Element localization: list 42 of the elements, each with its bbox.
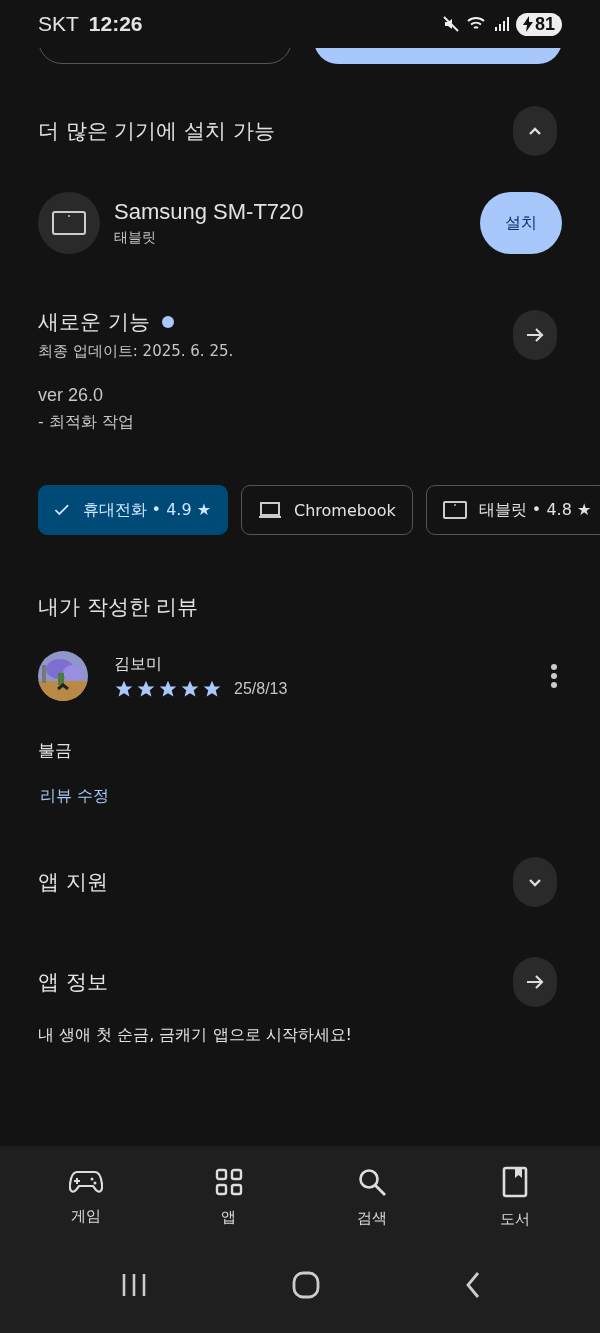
device-name: Samsung SM-T720 [114,199,305,225]
section-title: 내가 작성한 리뷰 [37,594,200,621]
section-title: 앱 지원 [38,869,108,896]
arrow-button[interactable] [513,309,557,360]
nav-tab[interactable]: 앱 [178,1166,279,1228]
review-date: 25/8/13 [234,679,288,698]
carrier-name: SKT [38,12,79,36]
review-text: 불금 [37,739,73,762]
charging-bolt-icon [522,16,533,32]
back-icon[interactable] [464,1270,482,1299]
install-button[interactable]: 설치 [480,192,562,254]
tablet-icon [442,501,467,519]
clock-time: 12:26 [88,12,143,36]
device-type: 태블릿 [114,229,157,247]
home-icon[interactable] [292,1270,320,1299]
section-title: 더 많은 기기에 설치 가능 [38,118,275,145]
gamepad-icon [68,1168,103,1195]
apps-grid-icon [214,1167,243,1196]
update-date: 최종 업데이트: 2025. 6. 25. [38,342,234,361]
release-note: ver 26.0 [38,385,105,406]
mute-icon [441,15,460,33]
nav-tab[interactable]: 도서 [464,1164,565,1230]
battery-indicator: 81 [515,12,562,36]
edit-review-link[interactable]: 리뷰 수정 [0,786,150,807]
arrow-button[interactable] [513,957,557,1007]
laptop-icon [258,500,282,520]
tablet-icon [51,210,87,236]
app-description: 내 생애 첫 순금, 금캐기 앱으로 시작하세요! [37,1025,353,1046]
search-icon [356,1166,387,1197]
signal-icon [493,16,510,32]
bookmark-book-icon [501,1165,528,1198]
section-title: 앱 정보 [38,969,108,996]
reviewer-name: 김보미 [114,653,163,675]
nav-tab[interactable]: 게임 [35,1167,136,1227]
release-note: - 최적화 작업 [38,412,135,433]
device-chip[interactable]: 태블릿 • 4.8 ★ [425,485,600,535]
section-title: 새로운 기능 [38,309,150,336]
more-icon [550,663,558,689]
device-chip[interactable]: 휴대전화 • 4.9 ★ [38,485,228,535]
recent-apps-icon[interactable] [120,1271,148,1298]
device-chip[interactable]: Chromebook [241,485,413,535]
nav-tab[interactable]: 검색 [321,1165,422,1229]
